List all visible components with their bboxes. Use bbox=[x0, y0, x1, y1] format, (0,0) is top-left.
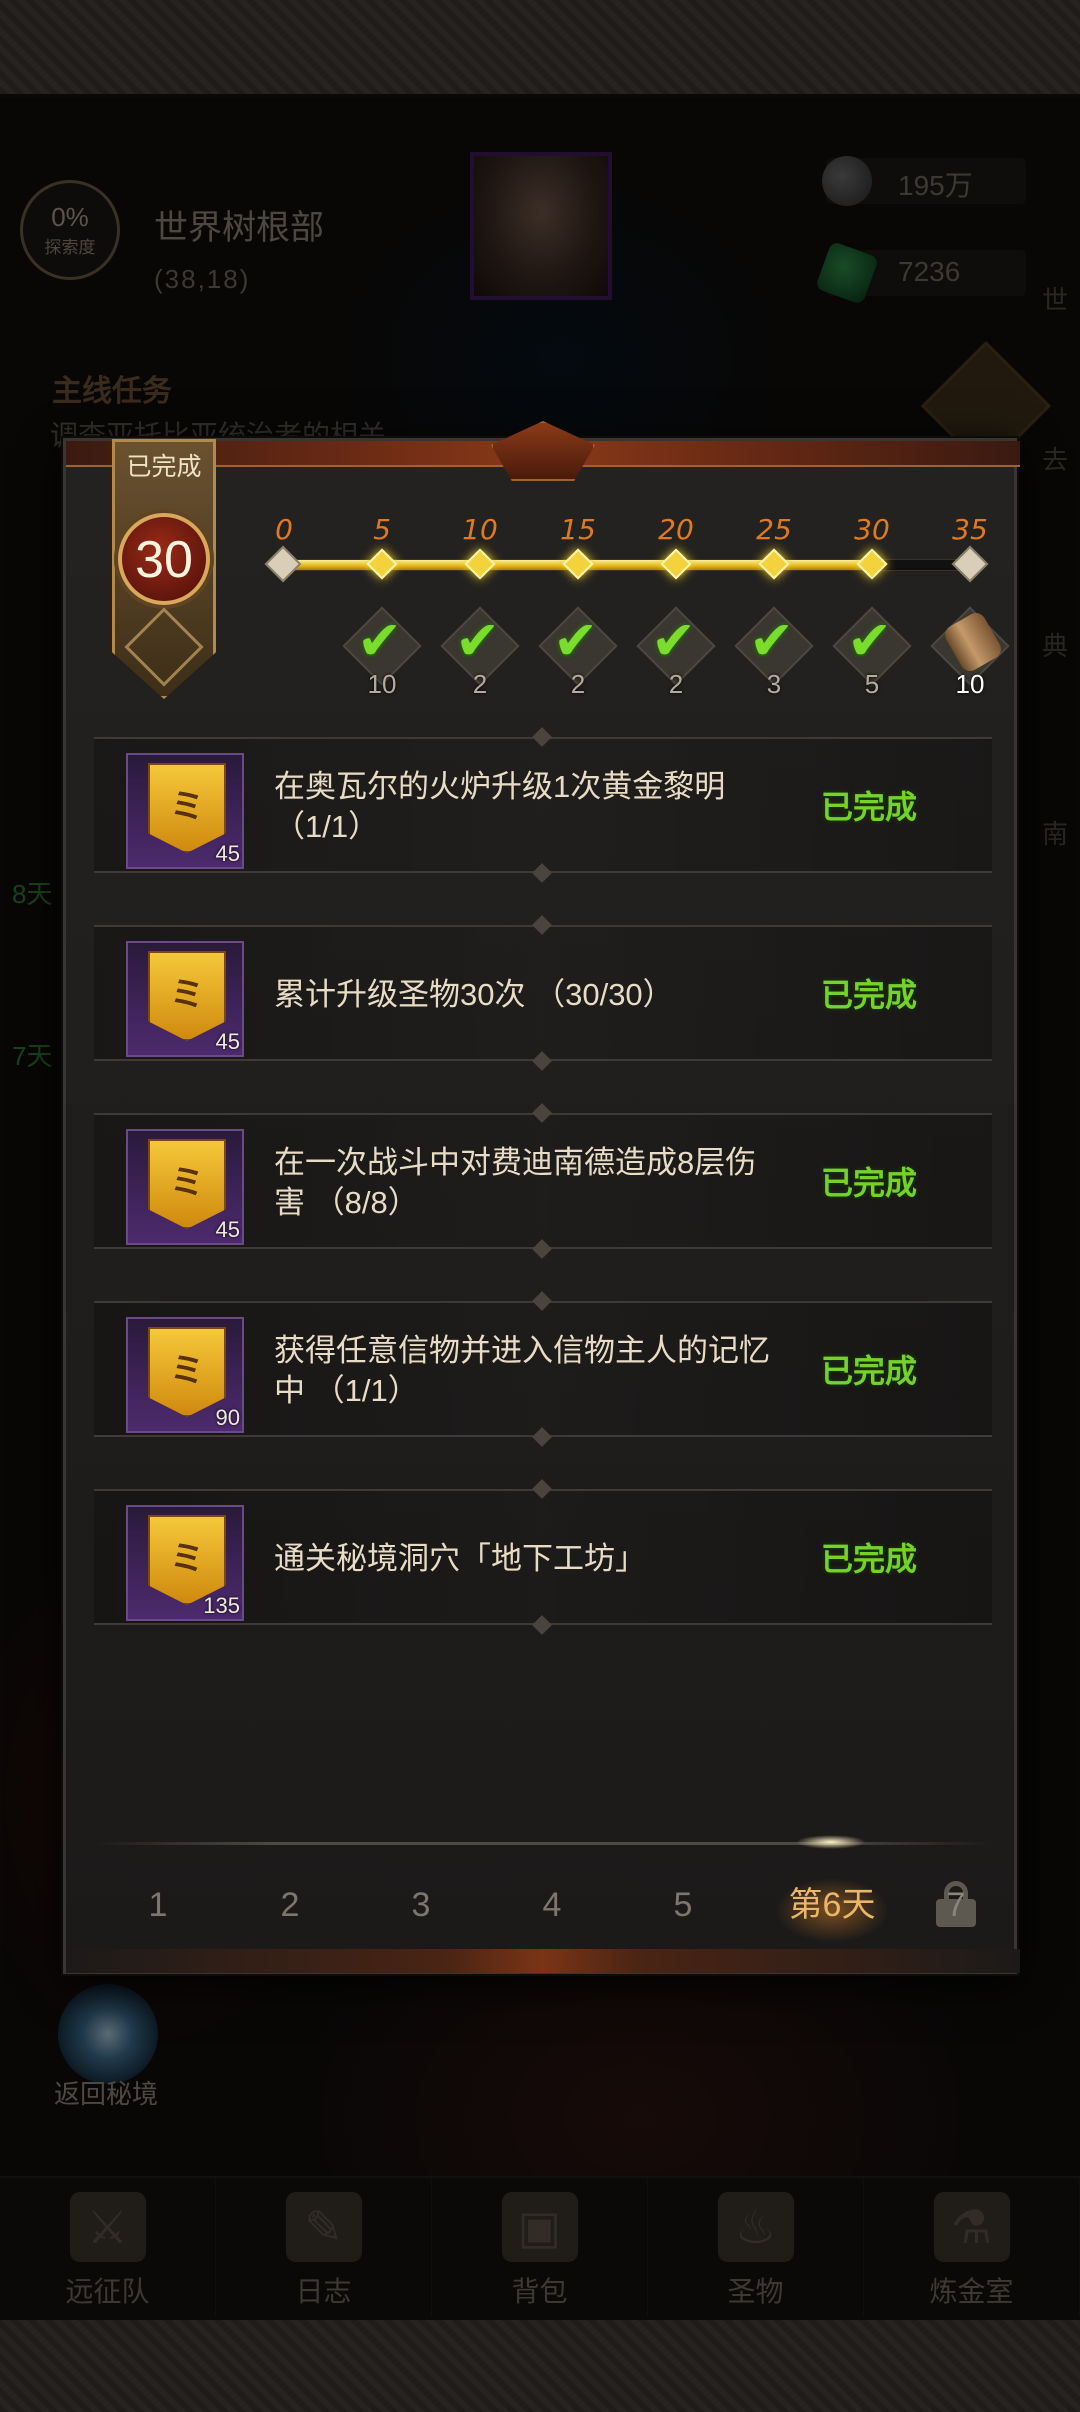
level-number: 30 bbox=[135, 531, 193, 589]
level-badge: 30 bbox=[118, 513, 210, 605]
task-points: 45 bbox=[215, 841, 240, 866]
milestone-label: 5 bbox=[373, 513, 391, 546]
task-status: 已完成 bbox=[820, 1353, 917, 1389]
banner-mark: ミ bbox=[170, 1539, 204, 1579]
reward-qty: 2 bbox=[472, 669, 488, 699]
milestone-node bbox=[464, 548, 496, 580]
reward-qty: 10 bbox=[955, 669, 985, 699]
task-reward-icon: ミ 135 bbox=[126, 1505, 244, 1621]
task-status: 已完成 bbox=[820, 1541, 917, 1577]
milestone-node bbox=[366, 548, 398, 580]
task-row[interactable]: ミ 45 在一次战斗中对费迪南德造成8层伤害 （8/8） 已完成 bbox=[94, 1113, 992, 1249]
reward-qty: 2 bbox=[570, 669, 586, 699]
milestone-label: 35 bbox=[952, 513, 988, 546]
active-tab-marker bbox=[796, 1835, 866, 1849]
tab-day-1[interactable]: 1 bbox=[114, 1855, 202, 1955]
banner-mark: ミ bbox=[170, 975, 204, 1015]
reward-qty: 10 bbox=[367, 669, 397, 699]
daily-task-modal: 已完成 30 0 5 10 15 20 25 30 35 ✔ 10 ✔ 2 ✔ … bbox=[63, 421, 1020, 1974]
milestone-label: 30 bbox=[854, 513, 890, 546]
tab-day-7[interactable]: 7 bbox=[912, 1855, 1000, 1955]
milestone-reward[interactable]: ✔ 2 bbox=[538, 606, 618, 699]
top-ornament bbox=[0, 0, 1080, 98]
task-status: 已完成 bbox=[820, 789, 917, 825]
reward-qty: 5 bbox=[864, 669, 880, 699]
task-points: 135 bbox=[203, 1593, 240, 1618]
check-icon: ✔ bbox=[455, 609, 501, 672]
milestone-label: 20 bbox=[658, 513, 694, 546]
tab-day-5[interactable]: 5 bbox=[639, 1855, 727, 1955]
task-description: 累计升级圣物30次 （30/30） bbox=[274, 977, 674, 1012]
task-reward-icon: ミ 45 bbox=[126, 753, 244, 869]
banner-mark: ミ bbox=[170, 787, 204, 827]
milestone-node bbox=[758, 548, 790, 580]
tab-day-2[interactable]: 2 bbox=[246, 1855, 334, 1955]
banner-mark: ミ bbox=[170, 1163, 204, 1203]
task-points: 90 bbox=[215, 1405, 240, 1430]
tab-day-7-label: 7 bbox=[946, 1886, 966, 1924]
milestone-node bbox=[951, 545, 989, 583]
task-reward-icon: ミ 45 bbox=[126, 1129, 244, 1245]
task-row[interactable]: ミ 45 累计升级圣物30次 （30/30） 已完成 bbox=[94, 925, 992, 1061]
milestone-label: 0 bbox=[275, 513, 293, 546]
task-description: 通关秘境洞穴「地下工坊」 bbox=[274, 1541, 646, 1576]
task-points: 45 bbox=[215, 1217, 240, 1242]
task-status: 已完成 bbox=[820, 1165, 917, 1201]
tab-day-6[interactable]: 第6天 bbox=[752, 1855, 912, 1955]
task-row[interactable]: ミ 45 在奥瓦尔的火炉升级1次黄金黎明（1/1） 已完成 bbox=[94, 737, 992, 873]
reward-qty: 3 bbox=[766, 669, 782, 699]
milestone-reward[interactable]: 10 bbox=[930, 606, 1010, 699]
milestone-reward[interactable]: ✔ 3 bbox=[734, 606, 814, 699]
task-reward-icon: ミ 45 bbox=[126, 941, 244, 1057]
tab-day-3[interactable]: 3 bbox=[377, 1855, 465, 1955]
task-points: 45 bbox=[215, 1029, 240, 1054]
modal-bottom-ornament bbox=[66, 1949, 1020, 1973]
check-icon: ✔ bbox=[651, 609, 697, 672]
task-status: 已完成 bbox=[820, 977, 917, 1013]
milestone-reward[interactable]: ✔ 2 bbox=[636, 606, 716, 699]
milestone-node bbox=[562, 548, 594, 580]
milestone-label: 10 bbox=[462, 513, 498, 546]
milestone-node bbox=[264, 545, 302, 583]
task-description: 在奥瓦尔的火炉升级1次黄金黎明（1/1） bbox=[274, 769, 726, 844]
check-icon: ✔ bbox=[357, 609, 403, 672]
tab-day-4[interactable]: 4 bbox=[508, 1855, 596, 1955]
check-icon: ✔ bbox=[553, 609, 599, 672]
milestone-node bbox=[660, 548, 692, 580]
banner-status: 已完成 bbox=[126, 453, 202, 481]
task-reward-icon: ミ 90 bbox=[126, 1317, 244, 1433]
milestone-node bbox=[856, 548, 888, 580]
bottom-ornament bbox=[0, 2316, 1080, 2412]
check-icon: ✔ bbox=[749, 609, 795, 672]
milestone-reward[interactable]: ✔ 2 bbox=[440, 606, 520, 699]
check-icon: ✔ bbox=[847, 609, 893, 672]
task-row[interactable]: ミ 90 获得任意信物并进入信物主人的记忆中 （1/1） 已完成 bbox=[94, 1301, 992, 1437]
milestone-label: 25 bbox=[756, 513, 792, 546]
banner-mark: ミ bbox=[170, 1351, 204, 1391]
milestone-label: 15 bbox=[560, 513, 596, 546]
task-description: 获得任意信物并进入信物主人的记忆中 （1/1） bbox=[274, 1333, 770, 1408]
task-description: 在一次战斗中对费迪南德造成8层伤害 （8/8） bbox=[274, 1145, 757, 1220]
task-row[interactable]: ミ 135 通关秘境洞穴「地下工坊」 已完成 bbox=[94, 1489, 992, 1625]
milestone-reward[interactable]: ✔ 5 bbox=[832, 606, 912, 699]
reward-qty: 2 bbox=[668, 669, 684, 699]
milestone-reward[interactable]: ✔ 10 bbox=[342, 606, 422, 699]
